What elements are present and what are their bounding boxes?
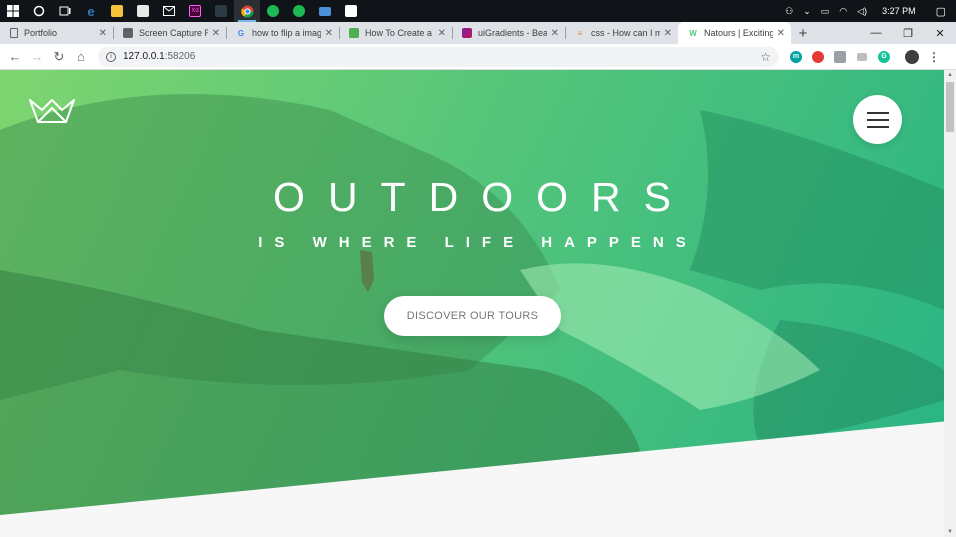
camera-icon[interactable]: [829, 44, 851, 70]
scroll-up-icon[interactable]: ▲: [947, 72, 953, 78]
close-icon[interactable]: ✕: [664, 28, 672, 39]
extension-g-icon[interactable]: G: [873, 44, 895, 70]
spotify-icon[interactable]: [260, 0, 286, 22]
info-icon[interactable]: i: [106, 51, 116, 62]
natours-logo[interactable]: [28, 98, 76, 129]
camera-icon: [123, 28, 133, 38]
people-icon[interactable]: ⚇: [780, 6, 798, 17]
clock[interactable]: 3:27 PM: [872, 6, 926, 16]
extension-m-icon[interactable]: m: [785, 44, 807, 70]
stackoverflow-icon: ≡: [577, 28, 583, 38]
reload-icon[interactable]: ↻: [48, 44, 70, 70]
url-host: 127.0.0.1: [123, 51, 165, 62]
volume-icon[interactable]: ◁): [852, 6, 872, 17]
extension-puzzle-icon[interactable]: [851, 44, 873, 70]
profile-avatar[interactable]: [901, 44, 923, 70]
close-icon[interactable]: ✕: [99, 28, 107, 39]
close-window-icon[interactable]: ✕: [924, 22, 956, 44]
spotify-icon[interactable]: [286, 0, 312, 22]
photos-icon[interactable]: [338, 0, 364, 22]
menu-line: [866, 118, 889, 121]
home-icon[interactable]: ⌂: [70, 44, 92, 70]
tab-google-search[interactable]: G how to flip a imag ✕: [226, 22, 339, 44]
google-icon: G: [237, 28, 245, 38]
tab-uigradients[interactable]: uiGradients - Beau ✕: [452, 22, 565, 44]
hero-subtitle: IS WHERE LIFE HAPPENS: [258, 234, 698, 251]
tab-screen-capture[interactable]: Screen Capture Re ✕: [113, 22, 226, 44]
restore-icon[interactable]: ❐: [892, 22, 924, 44]
adobe-xd-icon[interactable]: Xd: [182, 0, 208, 22]
window-controls: — ❐ ✕: [860, 22, 956, 44]
tab-natours[interactable]: W Natours | Exciting ✕: [678, 22, 791, 44]
url-port: :58206: [164, 51, 196, 62]
tab-portfolio[interactable]: Portfolio ✕: [0, 22, 113, 44]
store-icon[interactable]: [130, 0, 156, 22]
edge-icon[interactable]: e: [78, 0, 104, 22]
discover-tours-button[interactable]: DISCOVER OUR TOURS: [384, 296, 561, 336]
menu-dots-icon[interactable]: ⋮: [923, 44, 945, 70]
page-icon: [10, 28, 18, 38]
wifi-icon[interactable]: ◠: [834, 6, 852, 17]
windows-taskbar: e Xd ⚇ ⌄ ▭ ◠ ◁) 3:27 PM ▢: [0, 0, 956, 22]
monitor-icon[interactable]: [312, 0, 338, 22]
scrollbar-thumb[interactable]: [946, 82, 954, 132]
close-icon[interactable]: ✕: [212, 28, 220, 39]
bookmark-star-icon[interactable]: ☆: [760, 50, 771, 64]
start-icon[interactable]: [0, 0, 26, 22]
natours-icon: W: [689, 28, 697, 38]
new-tab-button[interactable]: +: [791, 22, 815, 44]
menu-line: [866, 111, 889, 114]
uigradients-icon: [462, 28, 472, 38]
cortana-icon[interactable]: [26, 0, 52, 22]
task-view-icon[interactable]: [52, 0, 78, 22]
terminal-icon[interactable]: [208, 0, 234, 22]
close-icon[interactable]: ✕: [325, 28, 333, 39]
tab-strip: Portfolio ✕ Screen Capture Re ✕ G how to…: [0, 22, 956, 44]
close-icon[interactable]: ✕: [551, 28, 559, 39]
address-bar[interactable]: i 127.0.0.1:58206 ☆: [98, 46, 779, 67]
close-icon[interactable]: ✕: [777, 28, 785, 39]
battery-icon[interactable]: ▭: [816, 6, 835, 17]
hamburger-menu-button[interactable]: [853, 95, 902, 144]
notifications-icon[interactable]: ▢: [926, 5, 956, 18]
system-tray: ⚇ ⌄ ▭ ◠ ◁) 3:27 PM ▢: [780, 0, 956, 22]
browser-toolbar: ← → ↻ ⌂ i 127.0.0.1:58206 ☆ m G ⋮: [0, 44, 956, 70]
hero-title: OUTDOORS: [273, 174, 694, 220]
back-icon[interactable]: ←: [4, 44, 26, 70]
tab-stackoverflow[interactable]: ≡ css - How can I m ✕: [565, 22, 678, 44]
minimize-icon[interactable]: —: [860, 22, 892, 44]
chevron-up-icon[interactable]: ⌄: [798, 6, 816, 17]
forward-icon[interactable]: →: [26, 44, 48, 70]
menu-line: [866, 125, 889, 128]
extension-shield-icon[interactable]: [807, 44, 829, 70]
chrome-icon[interactable]: [234, 0, 260, 22]
close-icon[interactable]: ✕: [438, 28, 446, 39]
scroll-down-icon[interactable]: ▼: [947, 529, 953, 535]
w3schools-icon: [349, 28, 359, 38]
hero-landscape-image: [0, 94, 944, 515]
hero-header: OUTDOORS IS WHERE LIFE HAPPENS DISCOVER …: [0, 70, 944, 515]
page-scrollbar[interactable]: ▲ ▼: [944, 70, 956, 537]
tab-w3schools[interactable]: How To Create a F ✕: [339, 22, 452, 44]
page-viewport: OUTDOORS IS WHERE LIFE HAPPENS DISCOVER …: [0, 70, 944, 537]
file-explorer-icon[interactable]: [104, 0, 130, 22]
mail-icon[interactable]: [156, 0, 182, 22]
